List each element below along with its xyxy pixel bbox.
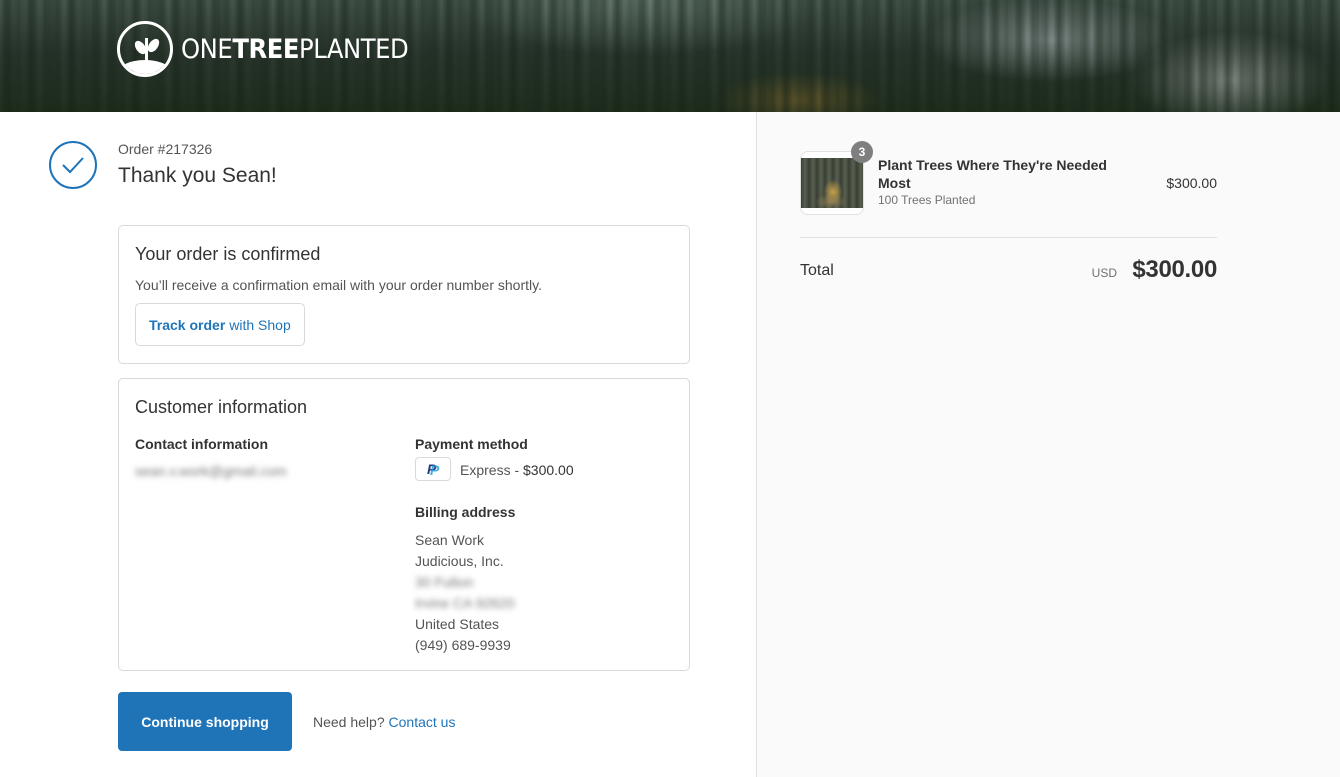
billing-address-label: Billing address: [415, 504, 516, 520]
payment-method-label: Payment method: [415, 436, 528, 452]
contact-us-link[interactable]: Contact us: [389, 714, 456, 730]
total-label: Total: [800, 262, 834, 279]
product-variant: 100 Trees Planted: [878, 193, 976, 207]
order-number: Order #217326: [118, 141, 213, 157]
continue-shopping-button[interactable]: Continue shopping: [118, 692, 292, 751]
section-title: Customer information: [135, 397, 308, 417]
product-name: Plant Trees Where They're Needed Most: [878, 157, 1107, 191]
confirmation-description: You’ll receive a confirmation email with…: [135, 277, 542, 293]
customer-information-section: Customer information Contact information…: [118, 378, 690, 671]
paypal-icon: PP: [415, 457, 451, 481]
billing-city: Irvine CA 92620: [415, 595, 515, 611]
help-text: Need help? Contact us: [313, 714, 456, 730]
billing-name: Sean Work: [415, 532, 484, 548]
product-price: $300.00: [1166, 175, 1217, 191]
payment-details: Express - $300.00: [460, 462, 574, 478]
with-shop-label: with Shop: [229, 316, 291, 333]
header-banner: ONETREEPLANTED: [0, 0, 1340, 112]
billing-phone: (949) 689-9939: [415, 637, 511, 653]
one-tree-planted-logo[interactable]: ONETREEPLANTED: [117, 19, 434, 79]
quantity-badge: 3: [851, 141, 873, 163]
total-amount: $300.00: [1132, 256, 1217, 283]
section-title: Your order is confirmed: [135, 244, 321, 264]
checkmark-icon: [49, 141, 97, 189]
track-order-label: Track order: [149, 316, 226, 333]
summary-divider: [800, 237, 1217, 238]
track-order-button[interactable]: Track order with Shop: [135, 303, 305, 346]
contact-email: sean.v.work@gmail.com: [135, 463, 287, 479]
billing-country: United States: [415, 616, 500, 632]
contact-information-label: Contact information: [135, 436, 268, 452]
order-confirmed-section: Your order is confirmed You’ll receive a…: [118, 225, 690, 364]
billing-company: Judicious, Inc.: [415, 553, 504, 569]
logo-text: ONETREEPLANTED: [181, 33, 409, 65]
thank-you-heading: Thank you Sean!: [118, 164, 277, 187]
tree-logo-icon: [117, 21, 173, 77]
total-currency: USD: [1091, 266, 1117, 280]
billing-street: 30 Fulton: [415, 574, 474, 590]
